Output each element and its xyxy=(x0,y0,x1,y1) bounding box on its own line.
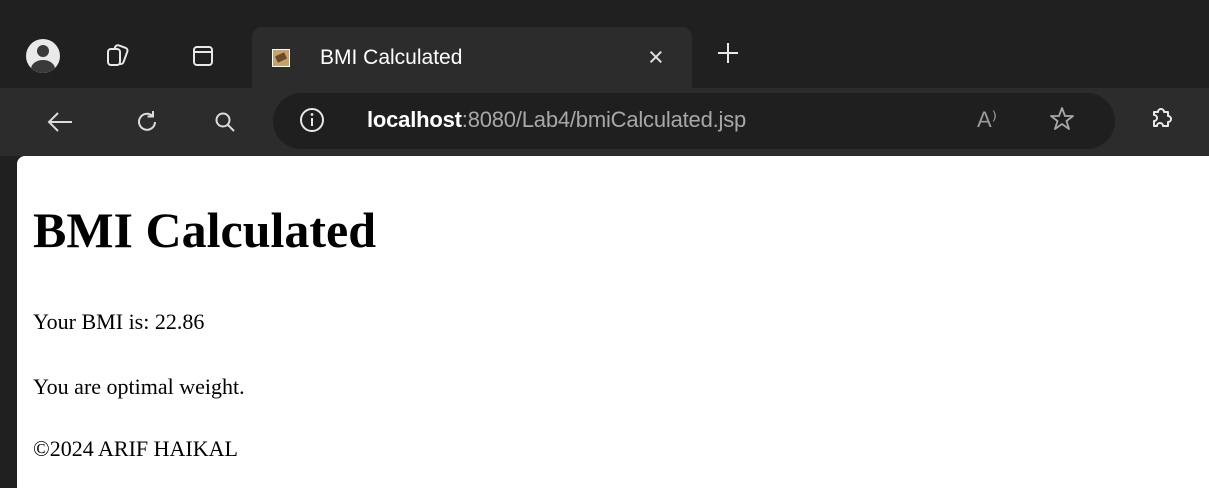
tab-bmi-calculated[interactable]: BMI Calculated × xyxy=(252,27,692,88)
url-host: localhost xyxy=(367,107,462,132)
weight-status: You are optimal weight. xyxy=(33,374,245,399)
site-info-icon[interactable] xyxy=(299,107,325,138)
bmi-result: Your BMI is: 22.86 xyxy=(33,309,205,334)
refresh-icon[interactable] xyxy=(127,102,167,142)
back-icon[interactable] xyxy=(40,102,80,142)
tab-actions-icon[interactable] xyxy=(186,39,220,73)
new-tab-icon[interactable] xyxy=(717,42,739,69)
favicon xyxy=(272,49,290,67)
page-title: BMI Calculated xyxy=(33,202,377,258)
close-icon[interactable]: × xyxy=(648,43,664,71)
profile-icon[interactable] xyxy=(26,39,60,73)
page-content: BMI Calculated Your BMI is: 22.86 You ar… xyxy=(17,156,1209,488)
search-icon[interactable] xyxy=(205,102,245,142)
tab-strip: BMI Calculated × xyxy=(0,0,1209,88)
tab-title: BMI Calculated xyxy=(320,46,463,69)
toolbar: localhost:8080/Lab4/bmiCalculated.jsp A⁾ xyxy=(0,88,1209,156)
favorite-icon[interactable] xyxy=(1049,106,1075,137)
extensions-icon[interactable] xyxy=(1148,102,1176,135)
workspaces-icon[interactable] xyxy=(100,39,134,73)
copyright-footer: ©2024 ARIF HAIKAL xyxy=(33,436,238,461)
address-bar[interactable]: localhost:8080/Lab4/bmiCalculated.jsp A⁾ xyxy=(273,93,1115,149)
url-path: :8080/Lab4/bmiCalculated.jsp xyxy=(461,107,747,132)
read-aloud-icon[interactable]: A⁾ xyxy=(977,107,997,133)
url-text[interactable]: localhost:8080/Lab4/bmiCalculated.jsp xyxy=(367,107,746,133)
